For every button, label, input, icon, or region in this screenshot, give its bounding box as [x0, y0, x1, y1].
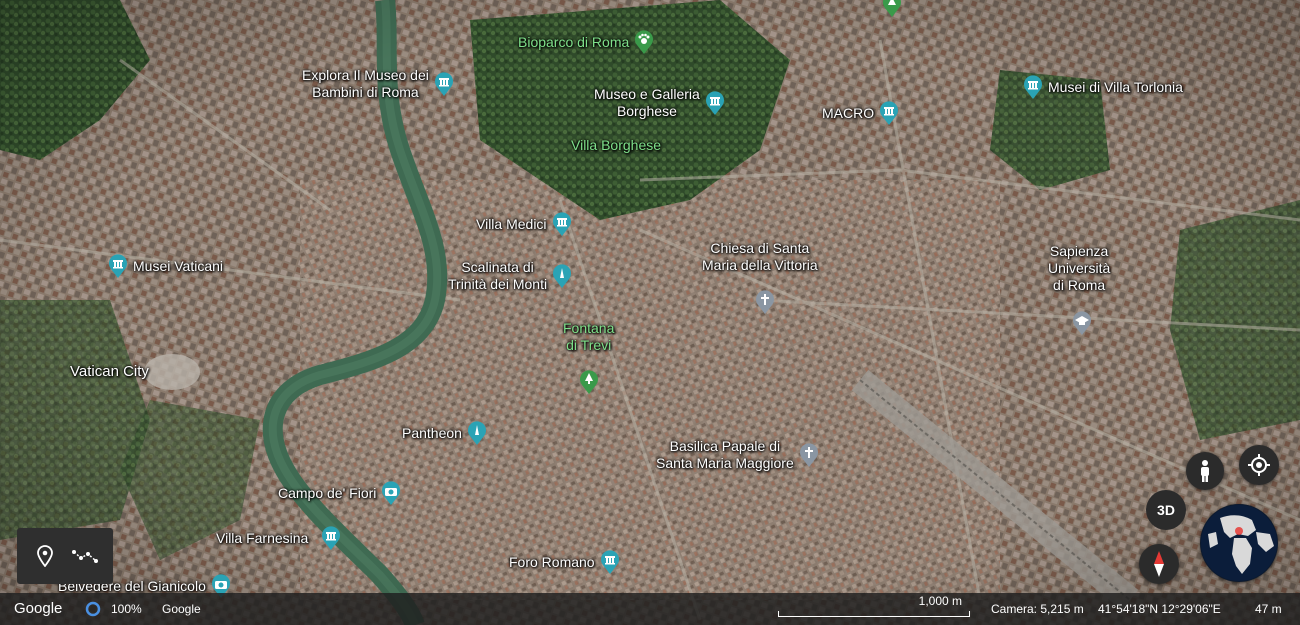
poi-scalinata[interactable]: Scalinata di Trinità dei Monti [448, 259, 573, 293]
ground-elevation: 47 m [1255, 602, 1282, 616]
poi-santa-maria-vittoria[interactable]: Chiesa di Santa Maria della Vittoria [702, 240, 818, 274]
poi-santa-maria-maggiore[interactable]: Basilica Papale di Santa Maria Maggiore [656, 438, 820, 472]
poi-villa-medici[interactable]: Villa Medici [476, 211, 573, 237]
camera-altitude: Camera: 5,215 m [991, 602, 1084, 616]
placemark-icon [37, 545, 53, 567]
imagery-attribution: Google [162, 602, 201, 616]
monument-icon [467, 421, 486, 445]
museum-icon [600, 550, 619, 574]
park-icon[interactable] [881, 0, 903, 18]
google-logo: Google [14, 600, 63, 617]
poi-label: Villa Borghese [571, 137, 662, 153]
loading-ring-icon [85, 601, 101, 617]
loading-percent: 100% [111, 602, 142, 616]
poi-label: Villa Farnesina [216, 529, 309, 546]
poi-villa-farnesina[interactable]: Villa Farnesina [216, 525, 342, 551]
poi-fontana-trevi[interactable]: Fontana di Trevi [563, 320, 614, 354]
poi-foro-romano[interactable]: Foro Romano [509, 549, 621, 575]
path-icon [72, 550, 98, 563]
poi-label: Chiesa di Santa Maria della Vittoria [702, 240, 818, 273]
poi-bioparco[interactable]: Bioparco di Roma [518, 29, 655, 55]
poi-label: Villa Medici [476, 215, 547, 232]
poi-label: Musei Vaticani [133, 257, 224, 274]
museum-icon [1024, 75, 1042, 99]
poi-musei-vaticani[interactable]: Musei Vaticani [107, 253, 223, 279]
poi-villa-torlonia[interactable]: Musei di Villa Torlonia [1022, 74, 1183, 100]
poi-label: Scalinata di Trinità dei Monti [448, 259, 548, 292]
poi-label: Explora Il Museo dei Bambini di Roma [302, 67, 429, 100]
poi-label: Fontana di Trevi [563, 320, 615, 353]
monument-icon [553, 264, 572, 288]
poi-label: Vatican City [70, 363, 149, 380]
toggle-3d-button[interactable]: 3D [1146, 490, 1186, 530]
museum-icon [552, 212, 571, 236]
pegman-icon [1201, 460, 1209, 482]
poi-campo-de-fiori[interactable]: Campo de' Fiori [278, 480, 402, 506]
compass-icon [1154, 551, 1164, 577]
church-icon[interactable] [754, 289, 776, 315]
poi-label: Basilica Papale di Santa Maria Maggiore [656, 438, 794, 471]
poi-label: MACRO [822, 104, 875, 121]
museum-icon [705, 91, 724, 115]
scale-label: 1,000 m [918, 594, 962, 608]
poi-label: Sapienza Università di Roma [1048, 243, 1111, 293]
poi-galleria-borghese[interactable]: Museo e Galleria Borghese [594, 86, 726, 120]
compass-button[interactable] [1139, 544, 1179, 584]
status-bar: Google 100% Google 1,000 m Camera: 5,215… [0, 593, 1300, 625]
scale-bar: 1,000 m [778, 593, 970, 625]
poi-sapienza[interactable]: Sapienza Università di Roma [1048, 243, 1110, 294]
poi-explora[interactable]: Explora Il Museo dei Bambini di Roma [302, 67, 455, 101]
poi-label: Foro Romano [509, 553, 595, 570]
camera-icon [382, 481, 401, 505]
museum-icon [322, 526, 341, 550]
school-icon[interactable] [1071, 310, 1093, 336]
museum-icon [880, 101, 899, 125]
target-icon [1248, 454, 1270, 476]
poi-vatican-city[interactable]: Vatican City [70, 363, 149, 380]
coordinates: 41°54'18"N 12°29'06"E [1098, 602, 1221, 616]
paw-icon [635, 30, 654, 54]
museum-icon [109, 254, 127, 278]
poi-label: Musei di Villa Torlonia [1048, 78, 1183, 95]
museum-icon [434, 72, 453, 96]
measure-distance-button[interactable] [69, 540, 101, 572]
my-location-button[interactable] [1239, 445, 1279, 485]
add-placemark-button[interactable] [29, 540, 61, 572]
poi-pantheon[interactable]: Pantheon [402, 420, 488, 446]
poi-macro[interactable]: MACRO [822, 100, 900, 126]
measure-tools-panel [17, 528, 113, 584]
street-view-pegman-button[interactable] [1186, 452, 1224, 490]
poi-label: Campo de' Fiori [278, 484, 377, 501]
globe-icon [1201, 505, 1277, 581]
poi-villa-borghese[interactable]: Villa Borghese [571, 137, 661, 154]
poi-label: Pantheon [402, 424, 462, 441]
globe-overview-button[interactable] [1200, 504, 1278, 582]
fountain-icon[interactable] [578, 369, 600, 395]
poi-label: Museo e Galleria Borghese [594, 86, 700, 119]
poi-label: Bioparco di Roma [518, 33, 630, 50]
church-icon [799, 443, 818, 467]
